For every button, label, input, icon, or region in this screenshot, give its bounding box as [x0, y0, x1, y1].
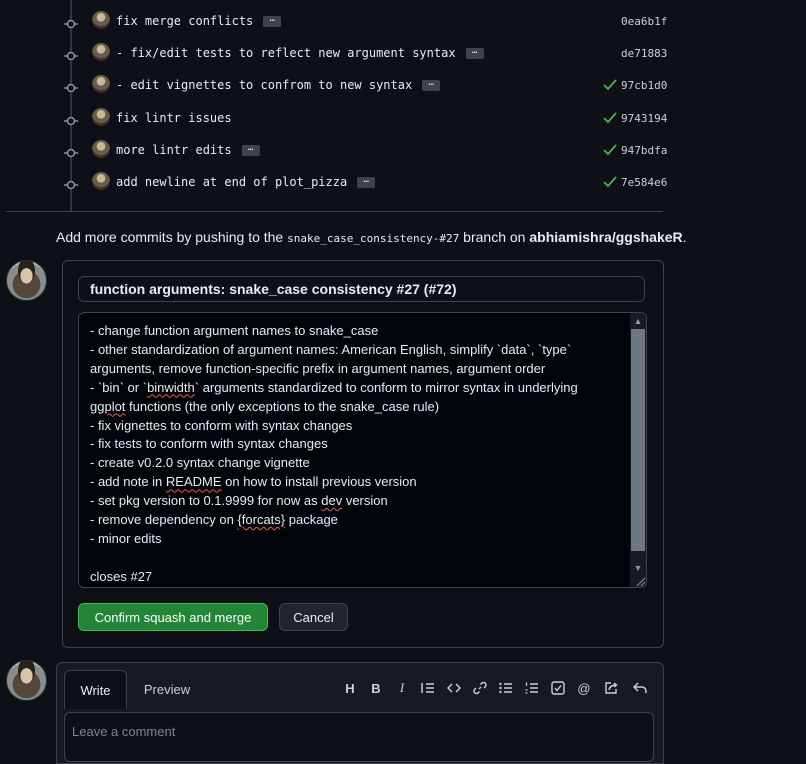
repo-name[interactable]: abhiamishra/ggshakeR [529, 229, 682, 245]
commit-message: fix merge conflicts … [116, 14, 282, 28]
commit-message-line: - add note in README on how to install p… [90, 474, 417, 490]
commit-author-avatar[interactable] [92, 140, 110, 158]
commit-message-textarea[interactable]: - change function argument names to snak… [78, 312, 647, 588]
commit-sha[interactable]: de71883 [621, 47, 667, 60]
commit-sha[interactable]: 7e584e6 [621, 176, 667, 189]
scroll-thumb[interactable] [631, 329, 645, 551]
resize-grip-icon[interactable] [634, 575, 646, 587]
scroll-down-icon[interactable]: ▼ [633, 563, 643, 573]
push-note-middle: branch on [459, 229, 530, 245]
commit-message-line: - remove dependency on {forcats} package [90, 512, 338, 528]
reference-icon[interactable] [603, 680, 619, 696]
scrollbar[interactable]: ▲ ▼ [630, 313, 646, 587]
commit-message-line: - set pkg version to 0.1.9999 for now as… [90, 493, 388, 509]
commit-message-link[interactable]: - edit vignettes to confrom to new synta… [116, 78, 412, 92]
check-icon[interactable] [603, 79, 617, 91]
commit-node-icon [64, 19, 78, 29]
commit-node-icon [64, 180, 78, 190]
commit-sha[interactable]: 947bdfa [621, 144, 667, 157]
commit-title-input[interactable] [78, 276, 645, 302]
commit-author-avatar[interactable] [92, 172, 110, 190]
commit-message-line: closes #27 [90, 568, 153, 584]
commit-message-line [90, 549, 625, 568]
code-icon[interactable] [446, 680, 462, 696]
commit-author-avatar[interactable] [92, 43, 110, 61]
commit-message: fix lintr issues [116, 111, 232, 125]
commit-message-line: - minor edits [90, 530, 162, 546]
check-icon[interactable] [603, 144, 617, 156]
commit-sha[interactable]: 97cb1d0 [621, 79, 667, 92]
cancel-button[interactable]: Cancel [279, 603, 348, 631]
task-list-icon[interactable] [550, 680, 566, 696]
commit-message: - edit vignettes to confrom to new synta… [116, 78, 441, 92]
scroll-up-icon[interactable]: ▲ [633, 316, 643, 326]
commit-message-line: - fix vignettes to conform with syntax c… [90, 417, 353, 433]
comment-input[interactable]: Leave a comment [64, 712, 654, 762]
commit-row: add newline at end of plot_pizza … 7e584e6 [0, 172, 667, 204]
commit-message-line: - `bin` or `binwidth` arguments standard… [90, 379, 578, 395]
commit-author-avatar[interactable] [92, 108, 110, 126]
commit-message-link[interactable]: add newline at end of plot_pizza [116, 175, 347, 189]
commit-message: more lintr edits … [116, 143, 260, 157]
avatar[interactable] [6, 260, 47, 301]
commit-row: - fix/edit tests to reflect new argument… [0, 43, 667, 75]
comment-avatar[interactable] [6, 660, 47, 701]
expand-ellipsis-button[interactable]: … [422, 79, 441, 91]
commit-author-avatar[interactable] [92, 11, 110, 29]
link-icon[interactable] [472, 680, 488, 696]
push-note: Add more commits by pushing to the snake… [56, 229, 687, 245]
check-icon[interactable] [603, 176, 617, 188]
commit-message: - fix/edit tests to reflect new argument… [116, 46, 484, 60]
commit-sha[interactable]: 0ea6b1f [621, 15, 667, 28]
push-note-prefix: Add more commits by pushing to the [56, 229, 288, 245]
commit-row: fix merge conflicts … 0ea6b1f [0, 11, 667, 43]
reply-icon[interactable] [632, 680, 648, 696]
commit-message: add newline at end of plot_pizza … [116, 175, 376, 189]
expand-ellipsis-button[interactable]: … [241, 144, 260, 156]
commit-node-icon [64, 116, 78, 126]
commit-message-link[interactable]: fix merge conflicts [116, 14, 253, 28]
tab-preview[interactable]: Preview [136, 670, 198, 708]
commit-message-line: ggplot functions (the only exceptions to… [90, 398, 440, 414]
expand-ellipsis-button[interactable]: … [465, 47, 484, 59]
commit-row: more lintr edits … 947bdfa [0, 140, 667, 172]
commit-message-text: - change function argument names to snak… [90, 322, 625, 587]
confirm-squash-merge-button[interactable]: Confirm squash and merge [78, 603, 268, 631]
expand-ellipsis-button[interactable]: … [357, 176, 376, 188]
italic-icon[interactable]: I [394, 680, 410, 696]
commit-message-link[interactable]: - fix/edit tests to reflect new argument… [116, 46, 456, 60]
commit-row: - edit vignettes to confrom to new synta… [0, 75, 667, 107]
tab-write[interactable]: Write [64, 670, 127, 709]
commit-node-icon [64, 51, 78, 61]
commit-message-link[interactable]: fix lintr issues [116, 111, 232, 125]
commit-message-line: - fix tests to conform with syntax chang… [90, 436, 328, 452]
mention-icon[interactable]: @ [576, 680, 592, 696]
heading-icon[interactable]: H [342, 680, 358, 696]
commit-message-line: - create v0.2.0 syntax change vignette [90, 455, 310, 471]
check-icon[interactable] [603, 112, 617, 124]
commits-divider [6, 211, 663, 212]
expand-ellipsis-button[interactable]: … [263, 15, 282, 27]
commit-message-link[interactable]: more lintr edits [116, 143, 232, 157]
commit-message-line: - change function argument names to snak… [90, 323, 379, 338]
commit-message-line: - other standardization of argument name… [90, 341, 572, 357]
commit-node-icon [64, 83, 78, 93]
commit-row: fix lintr issues 9743194 [0, 108, 667, 140]
commit-message-line: arguments, remove function-specific pref… [90, 360, 546, 376]
unordered-list-icon[interactable] [498, 680, 514, 696]
quote-icon[interactable] [420, 680, 436, 696]
branch-name[interactable]: snake_case_consistency-#27 [287, 232, 459, 245]
push-note-suffix: . [682, 229, 687, 245]
commit-sha[interactable]: 9743194 [621, 112, 667, 125]
ordered-list-icon[interactable] [524, 680, 540, 696]
commit-node-icon [64, 148, 78, 158]
commit-author-avatar[interactable] [92, 75, 110, 93]
bold-icon[interactable]: B [368, 680, 384, 696]
